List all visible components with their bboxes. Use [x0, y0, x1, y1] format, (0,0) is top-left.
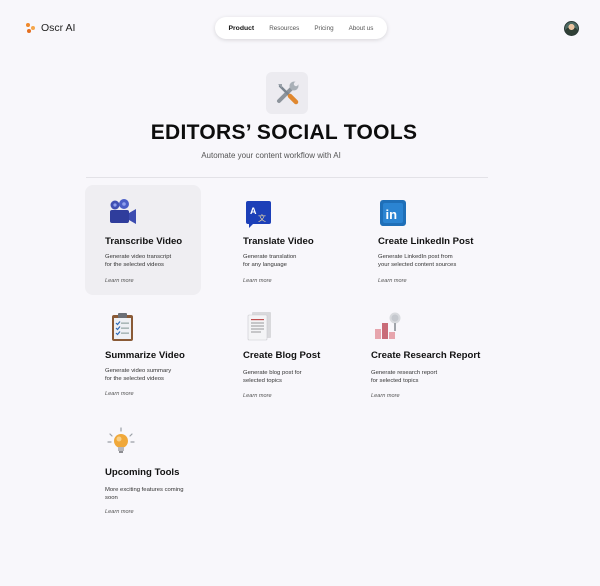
tool-title: Upcoming Tools — [105, 467, 180, 478]
tool-card-create-linkedin-post[interactable]: in Create LinkedIn Post Generate LinkedI… — [357, 185, 497, 295]
clipboard-icon — [112, 313, 133, 341]
learn-more-link[interactable]: Learn more — [243, 278, 272, 284]
video-camera-icon — [110, 199, 136, 224]
learn-more-link[interactable]: Learn more — [105, 278, 134, 284]
logo[interactable]: Oscr AI — [26, 22, 75, 34]
tool-title: Create Blog Post — [243, 350, 321, 361]
tool-description: Generate research report for selected top… — [371, 370, 438, 384]
page-title: EDITORS’ SOCIAL TOOLS — [150, 121, 418, 144]
learn-more-link[interactable]: Learn more — [105, 509, 134, 515]
nav-item-about-us[interactable]: About us — [349, 25, 374, 32]
tool-description: Generate LinkedIn post from your selected… — [378, 254, 457, 268]
lightbulb-icon — [107, 427, 135, 453]
tool-description: Generate video transcript for the selecte… — [105, 254, 172, 268]
svg-text:in: in — [386, 207, 398, 222]
tool-description: Generate blog post for selected topics — [243, 370, 302, 384]
nav-item-product[interactable]: Product — [229, 25, 255, 32]
tool-card-create-blog-post[interactable]: Create Blog Post Generate blog post for s… — [222, 302, 338, 412]
tool-card-translate-video[interactable]: A 文 Translate Video Generate translation… — [222, 185, 338, 295]
tool-title: Summarize Video — [105, 350, 185, 361]
tool-title: Transcribe Video — [105, 236, 183, 247]
tool-description: Generate translation for any language — [243, 254, 297, 268]
tool-card-summarize-video[interactable]: Summarize Video Generate video summary fo… — [85, 302, 201, 412]
learn-more-link[interactable]: Learn more — [243, 393, 272, 399]
brand-name: Oscr AI — [41, 22, 76, 34]
nav-item-pricing[interactable]: Pricing — [314, 25, 333, 32]
document-icon — [247, 312, 271, 341]
tool-title: Create Research Report — [371, 350, 481, 361]
research-chart-icon — [375, 312, 401, 339]
divider — [86, 177, 488, 178]
svg-text:文: 文 — [258, 213, 266, 223]
main-nav: Product Resources Pricing About us — [215, 17, 387, 39]
learn-more-link[interactable]: Learn more — [105, 391, 134, 397]
page-subtitle: Automate your content workflow with AI — [201, 151, 341, 160]
tool-card-transcribe-video[interactable]: Transcribe Video Generate video transcri… — [85, 185, 201, 295]
learn-more-link[interactable]: Learn more — [371, 393, 400, 399]
tool-title: Translate Video — [243, 236, 314, 247]
tool-title: Create LinkedIn Post — [378, 236, 474, 247]
svg-text:A: A — [250, 206, 257, 216]
tool-description: More exciting features coming soon — [105, 487, 184, 501]
tool-description: Generate video summary for the selected v… — [105, 368, 172, 382]
tool-card-create-research-report[interactable]: Create Research Report Generate research… — [351, 302, 491, 412]
logo-icon — [26, 23, 36, 33]
learn-more-link[interactable]: Learn more — [378, 278, 407, 284]
avatar[interactable] — [564, 21, 579, 36]
tool-card-upcoming-tools[interactable]: Upcoming Tools More exciting features co… — [85, 422, 211, 522]
linkedin-icon: in — [380, 200, 406, 226]
nav-item-resources[interactable]: Resources — [269, 25, 299, 32]
top-bar: Oscr AI Product Resources Pricing About … — [0, 0, 600, 58]
translate-icon: A 文 — [246, 201, 271, 228]
tools-icon — [266, 72, 308, 114]
